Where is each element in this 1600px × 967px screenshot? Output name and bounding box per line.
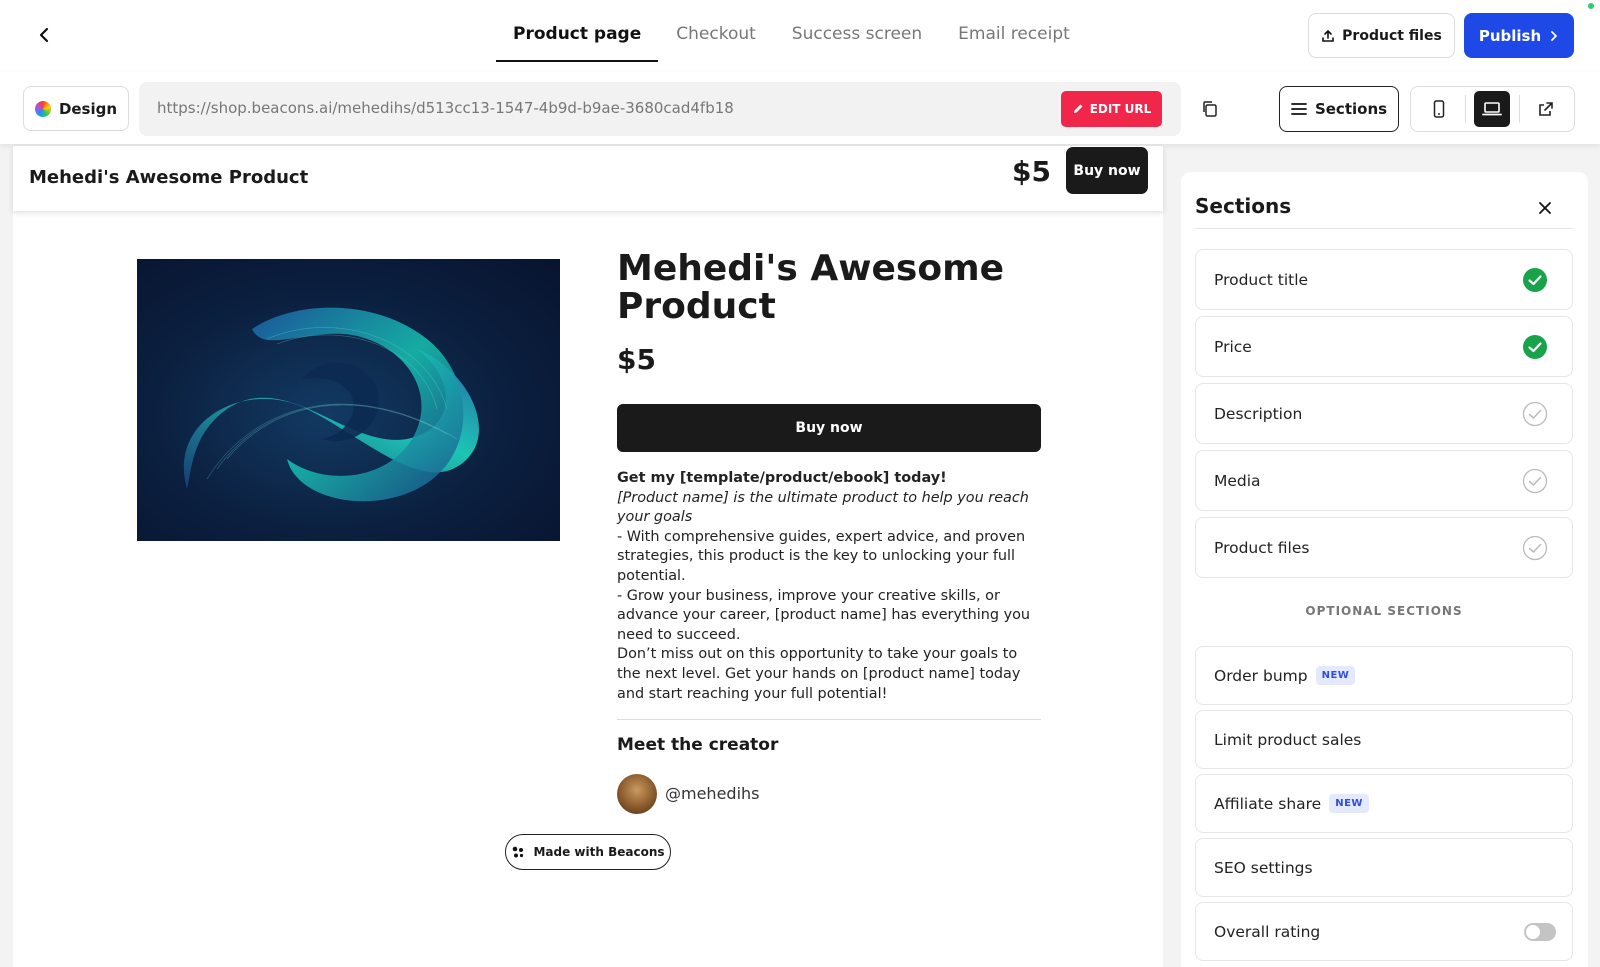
menu-icon — [1291, 103, 1307, 115]
upload-icon — [1322, 29, 1334, 42]
sticky-buy-bar: Mehedi's Awesome Product $5 Buy now — [13, 146, 1163, 211]
section-item-description[interactable]: Description — [1195, 383, 1573, 444]
top-navigation-bar: Product page Checkout Success screen Ema… — [0, 0, 1600, 72]
chevron-right-icon — [1551, 30, 1558, 41]
abstract-spiral-art — [183, 307, 479, 502]
section-label: Overall rating — [1214, 922, 1321, 941]
page-tabs: Product page Checkout Success screen Ema… — [496, 0, 1088, 62]
section-item-affiliate-share[interactable]: Affiliate share NEW — [1195, 774, 1573, 833]
back-button[interactable] — [30, 20, 60, 50]
section-label: Order bump — [1214, 666, 1308, 685]
sections-label: Sections — [1314, 100, 1388, 118]
edit-url-label: EDIT URL — [1089, 102, 1152, 116]
sticky-price: $5 — [1012, 155, 1051, 188]
section-item-product-title[interactable]: Product title — [1195, 249, 1573, 310]
product-page-preview: Mehedi's Awesome Product $5 Buy now Mehe… — [13, 146, 1163, 967]
close-panel-button[interactable] — [1533, 196, 1557, 220]
product-price: $5 — [617, 343, 656, 376]
description-heading: Get my [template/product/ebook] today! — [617, 470, 947, 486]
product-files-label: Product files — [1342, 27, 1442, 44]
copy-url-button[interactable] — [1196, 95, 1224, 123]
copy-icon — [1203, 101, 1217, 117]
section-item-overall-rating[interactable]: Overall rating — [1195, 902, 1573, 961]
section-label: Description — [1214, 404, 1303, 423]
section-label: Limit product sales — [1214, 730, 1362, 749]
edit-url-button[interactable]: EDIT URL — [1061, 91, 1162, 127]
creator-handle[interactable]: @mehedihs — [665, 784, 760, 803]
sections-panel: Sections Product title Price Description… — [1181, 172, 1588, 967]
editor-toolbar: Design https://shop.beacons.ai/mehedihs/… — [0, 72, 1600, 144]
device-preview-switcher — [1410, 86, 1575, 132]
chevron-left-icon — [39, 27, 49, 43]
sticky-buy-now-button[interactable]: Buy now — [1066, 147, 1148, 194]
mobile-view-button[interactable] — [1421, 91, 1457, 127]
creator-avatar[interactable] — [617, 774, 657, 814]
description-intro: [Product name] is the ultimate product t… — [617, 489, 1029, 526]
pencil-icon — [1073, 104, 1083, 113]
divider — [1195, 228, 1573, 229]
external-link-icon — [1539, 102, 1553, 116]
divider — [1465, 95, 1467, 123]
section-label: Media — [1214, 471, 1261, 490]
section-label: Product title — [1214, 270, 1309, 289]
section-label: Price — [1214, 337, 1252, 356]
optional-sections-header: OPTIONAL SECTIONS — [1305, 604, 1463, 618]
overall-rating-toggle[interactable] — [1524, 923, 1556, 941]
sticky-product-title: Mehedi's Awesome Product — [29, 167, 309, 188]
tab-checkout[interactable]: Checkout — [658, 0, 774, 62]
section-item-seo-settings[interactable]: SEO settings — [1195, 838, 1573, 897]
check-circle-outline-icon[interactable] — [1522, 535, 1548, 561]
product-description: Get my [template/product/ebook] today! [… — [617, 469, 1037, 704]
panel-title: Sections — [1195, 194, 1292, 218]
laptop-icon — [1482, 102, 1503, 116]
publish-button[interactable]: Publish — [1464, 13, 1574, 58]
tab-email-receipt[interactable]: Email receipt — [940, 0, 1088, 62]
tab-product-page[interactable]: Product page — [496, 0, 659, 62]
divider — [1518, 95, 1520, 123]
made-with-beacons-badge[interactable]: Made with Beacons — [505, 834, 671, 870]
url-bar: https://shop.beacons.ai/mehedihs/d513cc1… — [139, 82, 1181, 136]
publish-label: Publish — [1478, 26, 1542, 45]
sections-button[interactable]: Sections — [1279, 86, 1399, 132]
product-title: Mehedi's Awesome Product — [617, 248, 1004, 327]
check-circle-outline-icon[interactable] — [1522, 401, 1548, 427]
check-circle-filled-icon[interactable] — [1522, 267, 1548, 293]
divider — [617, 719, 1041, 720]
section-item-order-bump[interactable]: Order bump NEW — [1195, 646, 1573, 705]
open-external-button[interactable] — [1528, 91, 1564, 127]
color-wheel-icon — [34, 100, 51, 117]
close-icon — [1539, 202, 1551, 214]
mobile-icon — [1433, 100, 1445, 118]
product-files-button[interactable]: Product files — [1308, 13, 1455, 58]
made-with-beacons-label: Made with Beacons — [533, 845, 665, 859]
section-label: SEO settings — [1214, 858, 1313, 877]
design-button[interactable]: Design — [23, 86, 129, 131]
section-item-media[interactable]: Media — [1195, 450, 1573, 511]
section-item-price[interactable]: Price — [1195, 316, 1573, 377]
section-label: Affiliate share — [1214, 794, 1322, 813]
tab-success-screen[interactable]: Success screen — [774, 0, 940, 62]
description-closing: Don’t miss out on this opportunity to ta… — [617, 646, 1021, 702]
description-point: - With comprehensive guides, expert advi… — [617, 528, 1026, 584]
buy-now-button[interactable]: Buy now — [617, 404, 1041, 452]
design-label: Design — [58, 99, 118, 118]
product-image — [137, 259, 560, 541]
new-badge: NEW — [1315, 666, 1356, 685]
status-dot — [1588, 3, 1594, 9]
section-item-product-files[interactable]: Product files — [1195, 517, 1573, 578]
beacons-logo-icon — [513, 846, 524, 858]
check-circle-outline-icon[interactable] — [1522, 468, 1548, 494]
description-point: - Grow your business, improve your creat… — [617, 587, 1031, 643]
check-circle-filled-icon[interactable] — [1522, 334, 1548, 360]
new-badge: NEW — [1329, 794, 1369, 813]
meet-creator-heading: Meet the creator — [617, 735, 779, 755]
desktop-view-button[interactable] — [1474, 91, 1511, 127]
section-item-limit-product-sales[interactable]: Limit product sales — [1195, 710, 1573, 769]
product-url[interactable]: https://shop.beacons.ai/mehedihs/d513cc1… — [157, 99, 734, 117]
section-label: Product files — [1214, 538, 1310, 557]
